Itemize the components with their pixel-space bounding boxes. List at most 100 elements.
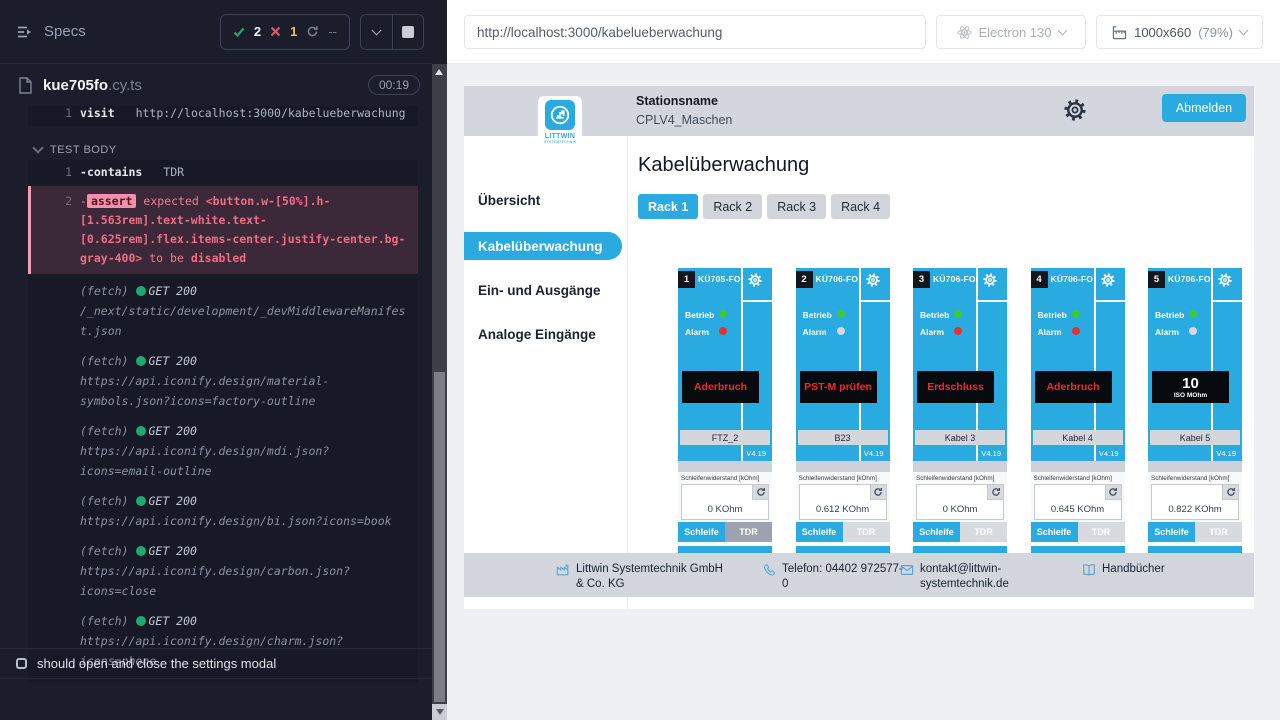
betrieb-label: Betrieb (803, 310, 832, 320)
fetch-url: https://api.iconify.design/bi.json?icons… (80, 511, 414, 531)
spec-file-row[interactable]: kue705fo.cy.ts 00:19 (0, 64, 432, 106)
firmware-version: V4.19 (1216, 449, 1236, 458)
tab-rack-3[interactable]: Rack 3 (767, 194, 826, 219)
fetch-status: GET 200 (148, 611, 196, 631)
scrollbar-track[interactable] (432, 64, 447, 720)
tdr-button-disabled[interactable]: TDR (843, 522, 890, 542)
device-cards: 1 KÜ705-FO Betrieb Alarm Aderbruch FTZ_2… (678, 268, 1242, 553)
schleife-button[interactable]: Schleife (1031, 522, 1078, 542)
viewport-select[interactable]: 1000x660 (79%) (1096, 15, 1263, 49)
refresh-icon[interactable] (987, 485, 1003, 500)
footer-manuals[interactable]: Handbücher (1082, 562, 1165, 577)
browser-name: Electron 130 (979, 25, 1052, 40)
schleife-button[interactable]: Schleife (796, 522, 843, 542)
scroll-down-arrow-icon (436, 709, 444, 715)
fetch-log-row[interactable]: (fetch)GET 200 https://api.iconify.desig… (28, 416, 418, 486)
chevron-down-icon (372, 25, 382, 35)
fetch-log-row[interactable]: (fetch)GET 200 https://api.iconify.desig… (28, 536, 418, 606)
assert-command-row[interactable]: 2-assert expected <button.w-[50%].h-[1.5… (28, 186, 418, 274)
electron-icon (957, 25, 972, 40)
refresh-icon[interactable] (1222, 485, 1238, 500)
loop-value-box: 0 KOhm (916, 484, 1004, 520)
nav-item-analoge-eingaenge[interactable]: Analoge Eingänge (478, 327, 596, 342)
reporter-header: Specs 2 1 -- (0, 0, 432, 64)
status-display: Erdschluss (917, 371, 994, 403)
app-footer: Littwin Systemtechnik GmbH & Co. KG Tele… (464, 553, 1254, 597)
tdr-button-disabled[interactable]: TDR (960, 522, 1007, 542)
tdr-button-disabled[interactable]: TDR (1078, 522, 1125, 542)
passed-icon (233, 26, 245, 38)
specs-label[interactable]: Specs (44, 23, 86, 40)
browser-select[interactable]: Electron 130 (936, 15, 1086, 49)
settings-gear-icon[interactable] (1062, 97, 1088, 123)
betrieb-led (837, 310, 845, 318)
device-number: 5 (1148, 271, 1165, 288)
fetch-log-row[interactable]: (fetch)GET 200 /_next/static/development… (28, 276, 418, 346)
scroll-up-arrow-icon[interactable] (435, 69, 443, 75)
contains-command-row[interactable]: 1-contains TDR (28, 160, 418, 184)
cable-name: Kabel 3 (915, 430, 1005, 445)
tab-rack-2[interactable]: Rack 2 (703, 194, 762, 219)
refresh-icon[interactable] (1105, 485, 1121, 500)
loop-value-box: 0.645 KOhm (1034, 484, 1122, 520)
cable-name: Kabel 4 (1033, 430, 1123, 445)
device-gear-icon[interactable] (1217, 272, 1233, 288)
fetch-log-row[interactable]: (fetch)GET 200 https://api.iconify.desig… (28, 346, 418, 416)
loop-value: 0.822 KOhm (1152, 504, 1238, 515)
device-gear-icon[interactable] (747, 272, 763, 288)
fetch-label: (fetch) (80, 491, 128, 511)
visit-command-row[interactable]: 1 visit http://localhost:3000/kabelueber… (28, 106, 418, 126)
spec-file-name: kue705fo.cy.ts (43, 77, 142, 94)
line-number: 1 (28, 162, 72, 182)
tdr-button[interactable]: TDR (725, 522, 772, 542)
assert-badge: assert (87, 194, 137, 208)
betrieb-led (719, 310, 727, 318)
status-display: PST-M prüfen (800, 371, 877, 403)
test-body-section[interactable]: TEST BODY (28, 141, 117, 159)
refresh-icon[interactable] (870, 485, 886, 500)
alarm-led (1072, 327, 1080, 335)
stop-button[interactable] (392, 15, 423, 49)
refresh-icon[interactable] (752, 485, 768, 500)
pending-test-row[interactable]: should open and close the settings modal (0, 649, 432, 679)
device-number: 4 (1031, 271, 1048, 288)
tab-rack-1[interactable]: Rack 1 (638, 194, 698, 219)
device-gear-icon[interactable] (1100, 272, 1116, 288)
assert-expected: expected (143, 194, 198, 208)
alarm-led (837, 327, 845, 335)
fetch-status: GET 200 (148, 541, 196, 561)
device-gear-icon[interactable] (982, 272, 998, 288)
fetch-label: (fetch) (80, 281, 128, 301)
schleife-button[interactable]: Schleife (1148, 522, 1195, 542)
status-ok-icon (136, 546, 146, 556)
scrollbar-thumb[interactable] (434, 372, 445, 702)
app-content: Kabelüberwachung Rack 1 Rack 2 Rack 3 Ra… (628, 136, 1254, 609)
nav-item-uebersicht[interactable]: Übersicht (478, 193, 540, 208)
fetch-status: GET 200 (148, 491, 196, 511)
logout-button[interactable]: Abmelden (1162, 94, 1246, 122)
scroll-down-button[interactable] (432, 704, 447, 720)
line-number: 1 (28, 106, 72, 123)
loop-value: 0.612 KOhm (800, 504, 886, 515)
loop-panel: Schleifenwiderstand [kOhm] 0 KOhm (678, 472, 772, 522)
littwin-logo-icon (545, 100, 575, 130)
command-name: contains (87, 165, 142, 179)
device-gear-icon[interactable] (865, 272, 881, 288)
alarm-label: Alarm (1038, 327, 1062, 337)
status-display: Aderbruch (1035, 371, 1112, 403)
littwin-logo: LITTWIN SYSTEMTECHNIK (538, 96, 582, 154)
collapse-button[interactable] (361, 15, 392, 49)
schleife-button[interactable]: Schleife (678, 522, 725, 542)
tdr-button-disabled[interactable]: TDR (1195, 522, 1242, 542)
betrieb-led (1072, 310, 1080, 318)
loop-resistance-label: Schleifenwiderstand [kOhm] (681, 475, 759, 482)
fetch-status: GET 200 (148, 351, 196, 371)
ruler-icon (1112, 25, 1127, 40)
fetch-log-row[interactable]: (fetch) GET 200 https://api.iconify.desig… (28, 486, 418, 536)
url-input[interactable]: http://localhost:3000/kabelueberwachung (464, 15, 926, 49)
nav-item-kabelueberwachung[interactable]: Kabelüberwachung (464, 232, 622, 260)
tab-rack-4[interactable]: Rack 4 (831, 194, 890, 219)
schleife-button[interactable]: Schleife (913, 522, 960, 542)
nav-item-ein-und-ausgaenge[interactable]: Ein- und Ausgänge (478, 283, 601, 298)
specs-list-icon[interactable] (16, 23, 34, 41)
